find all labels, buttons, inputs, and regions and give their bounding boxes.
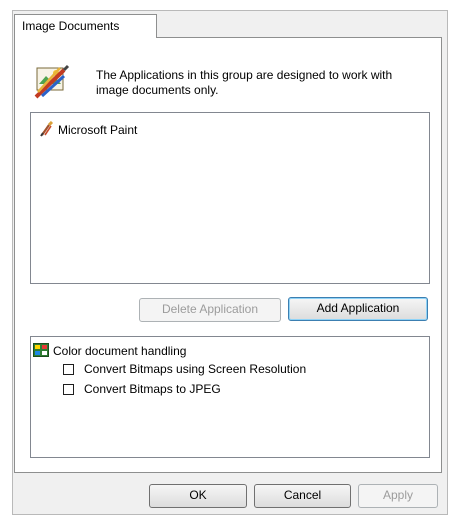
tab-label: Image Documents <box>22 19 120 33</box>
tab-image-documents[interactable]: Image Documents <box>14 14 157 38</box>
color-handling-heading: Color document handling <box>33 342 187 360</box>
application-name: Microsoft Paint <box>58 123 138 137</box>
application-list[interactable]: Microsoft Paint <box>30 112 430 284</box>
image-application-icon <box>34 64 70 100</box>
paintbrush-icon <box>39 120 58 140</box>
color-document-handling-box: Color document handling Convert Bitmaps … <box>30 336 430 458</box>
color-image-icon <box>33 342 53 360</box>
screen-resolution-checkbox[interactable] <box>63 363 74 375</box>
group-description: The Applications in this group are desig… <box>96 68 393 97</box>
option-label: Convert Bitmaps using Screen Resolution <box>84 362 307 376</box>
option-screen-resolution[interactable]: Convert Bitmaps using Screen Resolution <box>63 361 306 377</box>
option-label: Convert Bitmaps to JPEG <box>84 382 221 396</box>
add-application-button[interactable]: Add Application <box>288 297 428 321</box>
jpeg-checkbox[interactable] <box>63 383 74 395</box>
ok-button[interactable]: OK <box>149 484 247 508</box>
cancel-button[interactable]: Cancel <box>254 484 351 508</box>
color-handling-label: Color document handling <box>53 344 187 358</box>
option-jpeg[interactable]: Convert Bitmaps to JPEG <box>63 381 221 397</box>
delete-application-button[interactable]: Delete Application <box>139 298 281 322</box>
list-item[interactable]: Microsoft Paint <box>39 120 138 140</box>
apply-button[interactable]: Apply <box>358 484 438 508</box>
